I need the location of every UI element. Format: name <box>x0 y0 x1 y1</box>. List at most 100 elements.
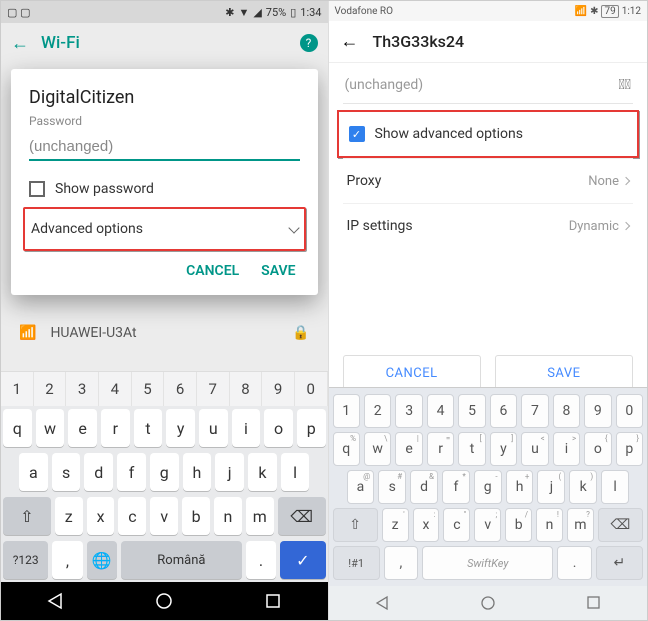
key-w[interactable]: w\ <box>364 432 391 466</box>
show-password-row[interactable]: Show password <box>29 181 300 197</box>
keyboard[interactable]: 1234567890 qwertyuiop asdfghjkl ⇧ zxcvbn… <box>1 371 328 582</box>
backspace-key[interactable]: ⌫ <box>598 508 643 542</box>
key-e[interactable]: e| <box>395 432 422 466</box>
key-i[interactable]: i <box>232 409 261 447</box>
shift-key[interactable]: ⇧ <box>333 508 378 542</box>
enter-key[interactable]: ↵ <box>596 546 643 580</box>
key-m[interactable]: m? <box>567 508 594 542</box>
key-r[interactable]: r= <box>427 432 454 466</box>
nav-home-icon[interactable] <box>480 595 496 611</box>
nav-recents-icon[interactable] <box>264 592 282 610</box>
period-key[interactable]: . <box>246 541 276 579</box>
key-f[interactable]: f* <box>442 470 470 504</box>
key-2[interactable]: 2 <box>364 394 391 428</box>
keyboard-row-3[interactable]: ⇧ zxcvbnm ⌫ <box>1 494 328 538</box>
key-e[interactable]: e <box>68 409 97 447</box>
key-p[interactable]: p <box>297 409 326 447</box>
key-u[interactable]: u <box>199 409 228 447</box>
symbols-key[interactable]: !#1 <box>333 546 380 580</box>
key-d[interactable]: d& <box>410 470 438 504</box>
key-j[interactable]: j( <box>537 470 565 504</box>
nav-back-icon[interactable] <box>374 595 390 611</box>
save-button[interactable]: SAVE <box>261 263 295 279</box>
cancel-button[interactable]: CANCEL <box>186 263 239 279</box>
key-1[interactable]: 1 <box>333 394 360 428</box>
space-key[interactable]: Română <box>121 541 242 579</box>
key-3[interactable]: 3 <box>395 394 422 428</box>
key-h[interactable]: h+ <box>506 470 534 504</box>
key-4[interactable]: 4 <box>99 372 132 406</box>
key-y[interactable]: y] <box>490 432 517 466</box>
back-icon[interactable]: ← <box>341 31 359 52</box>
comma-key[interactable]: , <box>384 546 418 580</box>
visibility-off-icon[interactable]: 👁̸ <box>619 77 631 93</box>
key-w[interactable]: w <box>36 409 65 447</box>
key-s[interactable]: s <box>52 453 81 491</box>
keyboard-row-1[interactable]: qwertyuiop <box>1 406 328 450</box>
key-a[interactable]: a@ <box>347 470 375 504</box>
key-0[interactable]: 0 <box>616 394 643 428</box>
key-c[interactable]: c" <box>443 508 470 542</box>
show-password-checkbox[interactable] <box>29 181 45 197</box>
key-1[interactable]: 1 <box>1 372 34 406</box>
key-u[interactable]: u< <box>521 432 548 466</box>
keyboard-number-row[interactable]: 1234567890 <box>1 371 328 406</box>
comma-key[interactable]: , <box>52 541 82 579</box>
key-b[interactable]: b <box>182 497 210 535</box>
key-m[interactable]: m <box>246 497 274 535</box>
nav-home-icon[interactable] <box>155 592 173 610</box>
password-input[interactable] <box>29 132 300 161</box>
key-7[interactable]: 7 <box>197 372 230 406</box>
key-6[interactable]: 6 <box>490 394 517 428</box>
backspace-key[interactable]: ⌫ <box>278 497 326 535</box>
key-t[interactable]: t <box>134 409 163 447</box>
key-q[interactable]: q <box>3 409 32 447</box>
key-z[interactable]: z' <box>382 508 409 542</box>
key-q[interactable]: q% <box>333 432 360 466</box>
key-g[interactable]: g- <box>474 470 502 504</box>
help-icon[interactable]: ? <box>300 34 318 52</box>
key-j[interactable]: j <box>215 453 244 491</box>
key-x[interactable]: x <box>87 497 115 535</box>
shift-key[interactable]: ⇧ <box>3 497 51 535</box>
key-f[interactable]: f <box>117 453 146 491</box>
key-o[interactable]: o <box>264 409 293 447</box>
ip-settings-row[interactable]: IP settings Dynamic <box>343 203 634 248</box>
key-8[interactable]: 8 <box>230 372 263 406</box>
key-7[interactable]: 7 <box>521 394 548 428</box>
key-4[interactable]: 4 <box>427 394 454 428</box>
key-k[interactable]: k <box>248 453 277 491</box>
key-t[interactable]: t[ <box>458 432 485 466</box>
key-c[interactable]: c <box>118 497 146 535</box>
key-x[interactable]: x: <box>413 508 440 542</box>
key-5[interactable]: 5 <box>132 372 165 406</box>
key-3[interactable]: 3 <box>66 372 99 406</box>
keyboard-row-4[interactable]: !#1 , SwiftKey . ↵ <box>331 544 646 582</box>
key-n[interactable]: n <box>214 497 242 535</box>
space-key[interactable]: SwiftKey <box>422 546 553 580</box>
keyboard-row-2[interactable]: a@s#d&f*g-h+j(k)l <box>331 468 646 506</box>
key-n[interactable]: n! <box>536 508 563 542</box>
key-b[interactable]: b/ <box>505 508 532 542</box>
period-key[interactable]: . <box>557 546 591 580</box>
key-d[interactable]: d <box>84 453 113 491</box>
key-y[interactable]: y <box>166 409 195 447</box>
key-o[interactable]: o{ <box>584 432 611 466</box>
password-input[interactable]: (unchanged) <box>345 77 424 93</box>
key-l[interactable]: l <box>601 470 629 504</box>
key-v[interactable]: v; <box>474 508 501 542</box>
key-0[interactable]: 0 <box>295 372 328 406</box>
key-r[interactable]: r <box>101 409 130 447</box>
symbols-key[interactable]: ?123 <box>3 541 48 579</box>
keyboard-row-1[interactable]: q%w\e|r=t[y]u<i>o{p} <box>331 430 646 468</box>
show-advanced-row[interactable]: ✓ Show advanced options <box>345 114 632 154</box>
keyboard[interactable]: 1234567890 q%w\e|r=t[y]u<i>o{p} a@s#d&f*… <box>329 387 648 586</box>
nav-recents-icon[interactable] <box>586 595 602 611</box>
nav-back-icon[interactable] <box>46 592 64 610</box>
key-9[interactable]: 9 <box>262 372 295 406</box>
key-g[interactable]: g <box>150 453 179 491</box>
key-p[interactable]: p} <box>616 432 643 466</box>
enter-key[interactable]: ✓ <box>280 541 325 579</box>
key-z[interactable]: z <box>55 497 83 535</box>
key-8[interactable]: 8 <box>553 394 580 428</box>
